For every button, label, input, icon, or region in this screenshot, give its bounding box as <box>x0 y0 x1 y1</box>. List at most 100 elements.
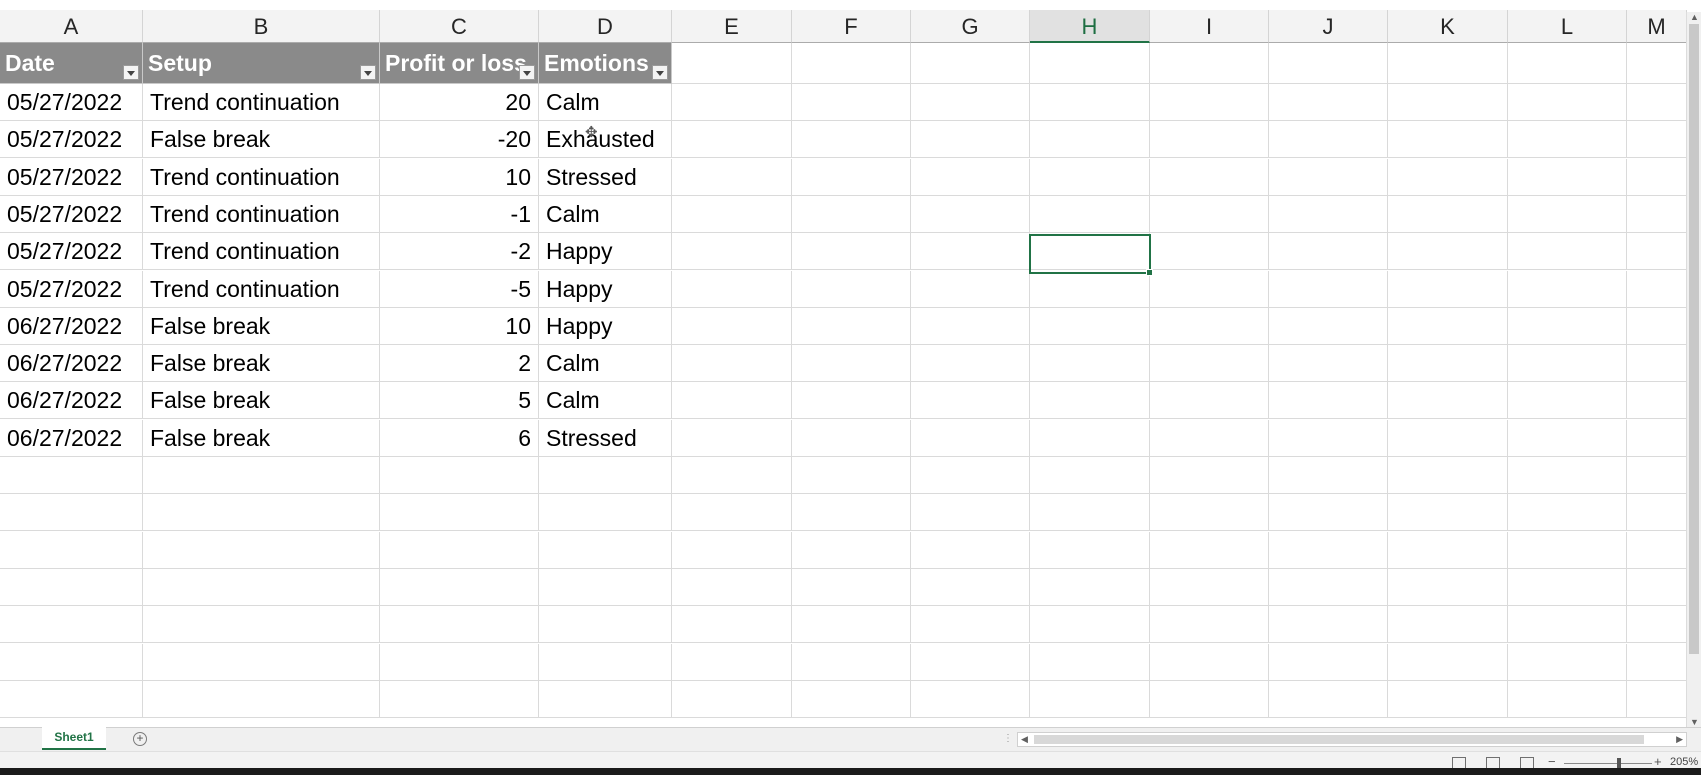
table-cell[interactable]: 05/27/2022 <box>0 84 143 121</box>
table-cell[interactable]: False break <box>143 419 380 457</box>
table-cell[interactable] <box>672 121 792 159</box>
table-cell[interactable] <box>1030 680 1150 718</box>
table-cell[interactable] <box>672 680 792 718</box>
table-cell[interactable] <box>1150 307 1269 345</box>
vertical-scrollbar[interactable]: ▲ ▼ <box>1686 12 1701 727</box>
table-cell[interactable] <box>1150 158 1269 196</box>
table-cell[interactable] <box>792 494 911 532</box>
table-cell[interactable] <box>1150 233 1269 271</box>
table-cell[interactable] <box>792 121 911 159</box>
table-cell[interactable] <box>1627 345 1687 383</box>
table-cell[interactable] <box>1269 680 1388 718</box>
column-header-l[interactable]: L <box>1508 10 1627 43</box>
table-cell[interactable] <box>1388 270 1508 308</box>
table-cell[interactable] <box>792 307 911 345</box>
table-cell[interactable] <box>1388 680 1508 718</box>
table-cell[interactable] <box>1150 121 1269 159</box>
table-cell[interactable] <box>911 345 1030 383</box>
table-cell[interactable]: Trend continuation <box>143 233 380 271</box>
table-cell[interactable] <box>672 43 792 84</box>
table-cell[interactable] <box>1030 643 1150 681</box>
spreadsheet-grid[interactable]: ABCDEFGHIJKLM Date Setup Profit or loss Emo… <box>0 0 1701 727</box>
table-cell[interactable] <box>1627 121 1687 159</box>
column-header-k[interactable]: K <box>1388 10 1508 43</box>
table-cell[interactable]: 20 <box>380 84 539 121</box>
table-cell[interactable] <box>1150 494 1269 532</box>
column-header-i[interactable]: I <box>1150 10 1269 43</box>
table-header-cell[interactable]: Emotions <box>539 43 672 84</box>
table-cell[interactable] <box>1388 606 1508 644</box>
table-cell[interactable] <box>1508 680 1627 718</box>
table-cell[interactable] <box>672 606 792 644</box>
table-cell[interactable] <box>1269 233 1388 271</box>
table-cell[interactable]: -20 <box>380 121 539 159</box>
table-cell[interactable]: Happy <box>539 270 672 308</box>
table-cell[interactable] <box>792 43 911 84</box>
table-cell[interactable] <box>1269 643 1388 681</box>
table-cell[interactable] <box>1627 568 1687 606</box>
table-cell[interactable] <box>1269 382 1388 420</box>
table-cell[interactable] <box>911 195 1030 233</box>
table-cell[interactable] <box>911 158 1030 196</box>
table-cell[interactable] <box>1030 43 1150 84</box>
table-cell[interactable] <box>1388 84 1508 121</box>
table-cell[interactable] <box>1030 158 1150 196</box>
table-cell[interactable]: 05/27/2022 <box>0 195 143 233</box>
filter-dropdown-icon[interactable] <box>360 65 376 80</box>
table-cell[interactable] <box>1030 121 1150 159</box>
table-cell[interactable] <box>1388 233 1508 271</box>
table-cell[interactable] <box>792 382 911 420</box>
table-header-cell[interactable]: Profit or loss <box>380 43 539 84</box>
table-cell[interactable] <box>792 158 911 196</box>
table-cell[interactable] <box>1508 382 1627 420</box>
column-header-g[interactable]: G <box>911 10 1030 43</box>
table-cell[interactable] <box>911 233 1030 271</box>
table-cell[interactable] <box>1388 382 1508 420</box>
table-cell[interactable]: Exhausted <box>539 121 672 159</box>
table-cell[interactable] <box>539 606 672 644</box>
table-cell[interactable] <box>539 531 672 569</box>
table-cell[interactable] <box>1150 195 1269 233</box>
split-handle-icon[interactable]: ⋮ <box>1003 733 1013 744</box>
table-cell[interactable] <box>911 121 1030 159</box>
table-cell[interactable] <box>539 457 672 494</box>
table-cell[interactable] <box>672 84 792 121</box>
table-cell[interactable] <box>792 270 911 308</box>
table-cell[interactable] <box>380 494 539 532</box>
table-cell[interactable] <box>1508 419 1627 457</box>
table-cell[interactable] <box>672 233 792 271</box>
table-cell[interactable] <box>1269 494 1388 532</box>
table-cell[interactable]: Happy <box>539 307 672 345</box>
column-header-c[interactable]: C <box>380 10 539 43</box>
table-cell[interactable] <box>1508 158 1627 196</box>
table-cell[interactable]: Trend continuation <box>143 158 380 196</box>
table-cell[interactable] <box>1150 84 1269 121</box>
table-cell[interactable] <box>911 43 1030 84</box>
table-cell[interactable] <box>1388 307 1508 345</box>
table-cell[interactable] <box>911 457 1030 494</box>
table-cell[interactable]: Calm <box>539 84 672 121</box>
table-cell[interactable] <box>1508 494 1627 532</box>
table-cell[interactable] <box>1269 419 1388 457</box>
table-cell[interactable] <box>1627 606 1687 644</box>
table-cell[interactable] <box>1150 606 1269 644</box>
table-cell[interactable] <box>1030 457 1150 494</box>
table-cell[interactable] <box>1269 43 1388 84</box>
table-cell[interactable] <box>143 680 380 718</box>
table-cell[interactable] <box>143 643 380 681</box>
table-cell[interactable]: 2 <box>380 345 539 383</box>
table-cell[interactable] <box>380 606 539 644</box>
table-cell[interactable] <box>1388 419 1508 457</box>
table-cell[interactable] <box>1388 568 1508 606</box>
table-cell[interactable] <box>1627 43 1687 84</box>
table-cell[interactable] <box>1508 606 1627 644</box>
table-cell[interactable]: 06/27/2022 <box>0 419 143 457</box>
table-cell[interactable] <box>380 680 539 718</box>
table-cell[interactable]: -2 <box>380 233 539 271</box>
column-header-j[interactable]: J <box>1269 10 1388 43</box>
table-cell[interactable] <box>1508 307 1627 345</box>
table-cell[interactable] <box>792 84 911 121</box>
table-cell[interactable]: False break <box>143 307 380 345</box>
table-cell[interactable] <box>911 307 1030 345</box>
table-cell[interactable] <box>143 606 380 644</box>
